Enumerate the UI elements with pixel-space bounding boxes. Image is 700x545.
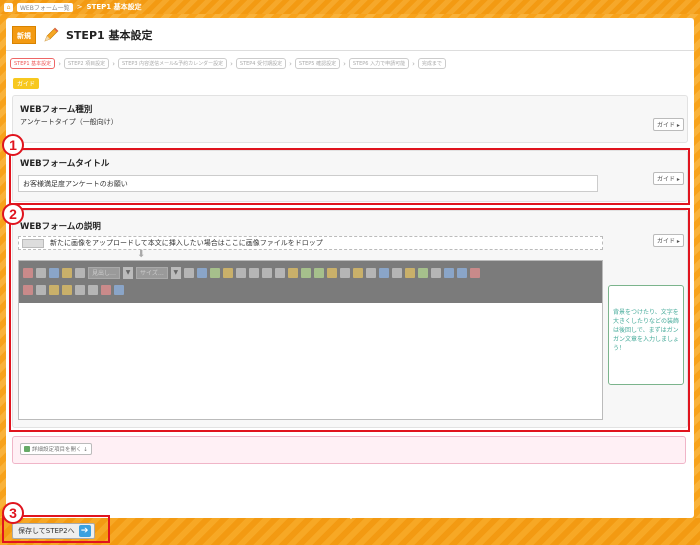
- step-separator: ›: [343, 59, 346, 68]
- form-type-title: WEBフォーム種別: [20, 105, 93, 115]
- detail-settings-toggle[interactable]: 詳細設定項目を開く ↓: [20, 443, 92, 455]
- breadcrumb-current: STEP1 基本設定: [86, 3, 142, 11]
- step-separator: ›: [289, 59, 292, 68]
- detail-settings-label: 詳細設定項目を開く ↓: [32, 447, 88, 453]
- highlight-box-1: [9, 148, 690, 205]
- step-separator: ›: [112, 59, 115, 68]
- step-separator: ›: [58, 59, 61, 68]
- step-separator: ›: [230, 59, 233, 68]
- step-2[interactable]: STEP2 項目設定: [64, 58, 110, 69]
- page-header: 新規 STEP1 基本設定: [12, 24, 153, 46]
- form-type-value: アンケートタイプ（一般向け）: [20, 118, 118, 126]
- page-title: STEP1 基本設定: [66, 29, 153, 42]
- step-3[interactable]: STEP3 内容送信メール&予約カレンダー設定: [118, 58, 228, 69]
- step-separator: ›: [412, 59, 415, 68]
- header-divider: [6, 50, 694, 51]
- home-icon[interactable]: ⌂: [4, 2, 13, 12]
- step-1[interactable]: STEP1 基本設定: [10, 58, 56, 69]
- expand-icon: [24, 446, 30, 452]
- form-type-guide-button[interactable]: ガイド ▸: [653, 118, 684, 131]
- callout-1: 1: [2, 134, 24, 156]
- step-7[interactable]: 完成まで: [417, 58, 446, 69]
- breadcrumb: ⌂ WEBフォーム一覧 > STEP1 基本設定: [0, 0, 700, 14]
- step-4[interactable]: STEP4 受付期設定: [235, 58, 287, 69]
- step-6[interactable]: STEP6 入力で申請可能: [348, 58, 410, 69]
- step-5[interactable]: STEP5 確認設定: [294, 58, 341, 69]
- detail-settings-area: [12, 436, 686, 464]
- breadcrumb-separator: >: [76, 3, 83, 11]
- guide-button[interactable]: ガイド: [13, 78, 40, 89]
- breadcrumb-form-list-link[interactable]: WEBフォーム一覧: [17, 2, 73, 12]
- step-navigation: STEP1 基本設定 › STEP2 項目設定 › STEP3 内容送信メール&…: [10, 58, 446, 69]
- pencil-icon: [44, 27, 59, 42]
- new-badge: 新規: [12, 26, 36, 44]
- footer-notch: [346, 514, 356, 519]
- callout-2: 2: [2, 203, 24, 225]
- callout-3: 3: [2, 502, 24, 524]
- highlight-box-2: [9, 208, 690, 432]
